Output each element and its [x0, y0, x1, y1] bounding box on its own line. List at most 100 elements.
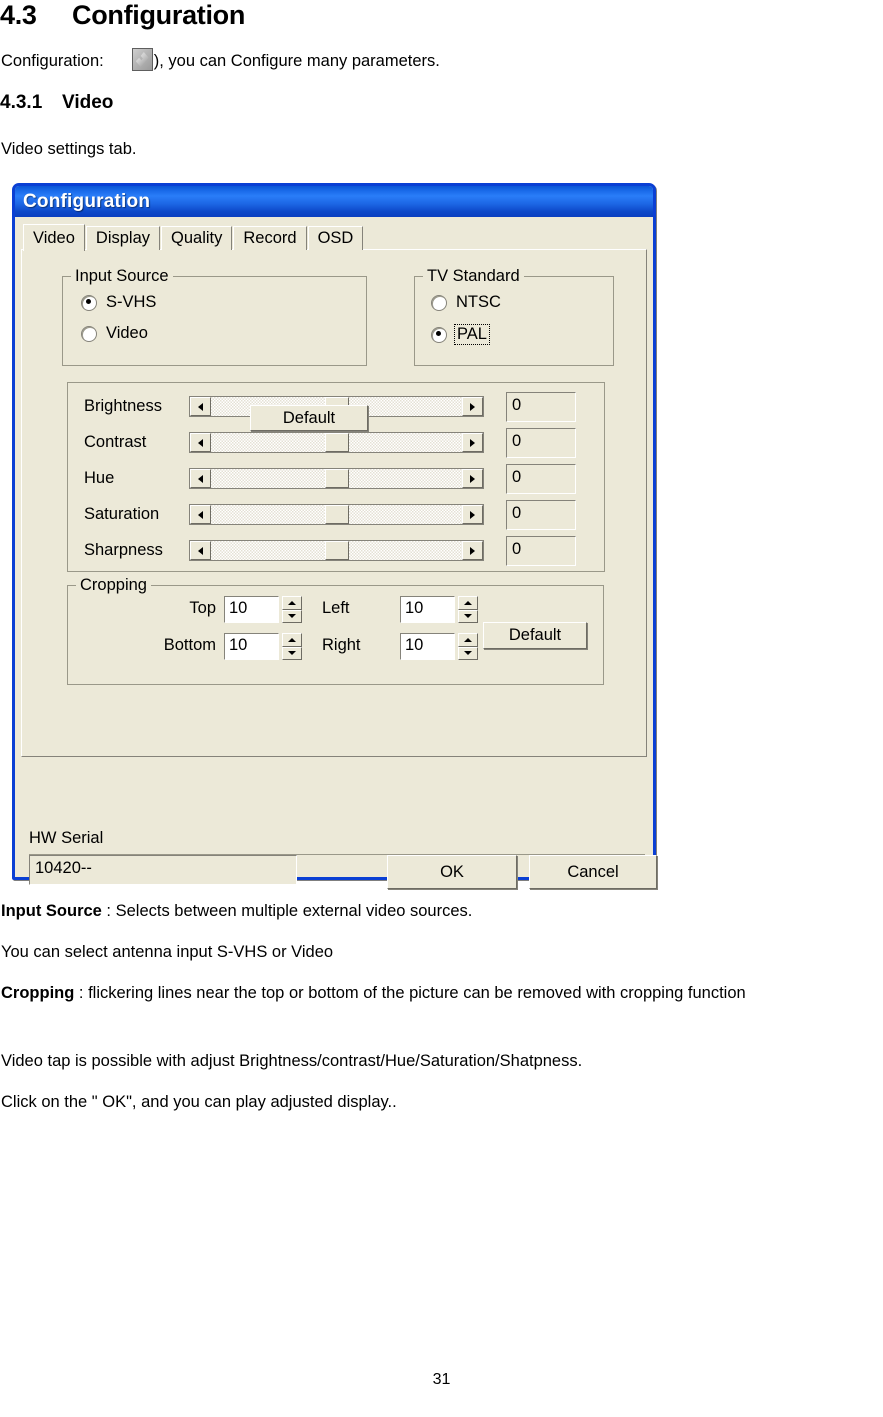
- slider-brightness-right-arrow-icon[interactable]: [462, 397, 483, 416]
- slider-brightness-left-arrow-icon[interactable]: [190, 397, 211, 416]
- cropping-default-button[interactable]: Default: [483, 622, 587, 649]
- radio-video[interactable]: Video: [81, 324, 148, 343]
- radio-pal-indicator: [431, 326, 447, 343]
- slider-contrast-label: Contrast: [84, 433, 147, 451]
- slider-row-contrast: Contrast 0: [84, 427, 594, 458]
- video-settings-caption: Video settings tab.: [1, 140, 137, 158]
- slider-contrast-thumb[interactable]: [324, 433, 349, 452]
- slider-saturation[interactable]: [189, 504, 484, 525]
- slider-row-hue: Hue 0: [84, 463, 594, 494]
- tv-standard-group: TV Standard NTSC PAL: [414, 266, 614, 366]
- slider-contrast-left-arrow-icon[interactable]: [190, 433, 211, 452]
- radio-pal[interactable]: PAL: [431, 324, 490, 345]
- value-hue[interactable]: 0: [506, 463, 576, 494]
- tab-display-label: Display: [95, 229, 151, 247]
- crop-bottom-input[interactable]: 10: [224, 633, 279, 660]
- slider-sharpness-label: Sharpness: [84, 541, 163, 559]
- crop-right-input[interactable]: 10: [400, 633, 455, 660]
- crop-right-spinner[interactable]: [458, 633, 478, 660]
- slider-hue-label: Hue: [84, 469, 115, 487]
- crop-right-up-arrow-icon[interactable]: [458, 633, 478, 647]
- crop-top-spinner[interactable]: [282, 596, 302, 623]
- crop-top-control: 10: [224, 596, 302, 623]
- radio-svhs-label: S-VHS: [106, 293, 157, 311]
- dialog-titlebar[interactable]: Configuration: [15, 186, 653, 217]
- crop-top-input[interactable]: 10: [224, 596, 279, 623]
- video-tab-panel: Input Source S-VHS Video TV Standard NTS…: [21, 249, 647, 757]
- tab-osd-label: OSD: [317, 229, 354, 247]
- note-input-source-term: Input Source: [1, 902, 102, 920]
- dialog-title: Configuration: [23, 190, 151, 212]
- crop-bottom-label-wrap: Bottom: [86, 636, 216, 655]
- slider-sharpness-right-arrow-icon[interactable]: [462, 541, 483, 560]
- slider-hue[interactable]: [189, 468, 484, 489]
- hw-serial-input[interactable]: 10420--: [29, 855, 297, 885]
- slider-sharpness-track[interactable]: [211, 541, 462, 560]
- dialog-body: Video Display Quality Record OSD Input S…: [15, 217, 657, 889]
- configuration-dialog: Configuration Video Display Quality Reco…: [12, 183, 657, 889]
- crop-bottom-up-arrow-icon[interactable]: [282, 633, 302, 647]
- slider-saturation-left-arrow-icon[interactable]: [190, 505, 211, 524]
- adjust-default-button[interactable]: Default: [250, 405, 368, 431]
- slider-hue-thumb[interactable]: [324, 469, 349, 488]
- crop-left-down-arrow-icon[interactable]: [458, 609, 478, 623]
- slider-saturation-thumb[interactable]: [324, 505, 349, 524]
- value-brightness[interactable]: 0: [506, 391, 576, 422]
- note-click-ok: Click on the " OK", and you can play adj…: [1, 1093, 397, 1111]
- document-page: 4.3 Configuration Configuration: ), you ca…: [0, 0, 883, 1417]
- crop-left-spinner[interactable]: [458, 596, 478, 623]
- value-contrast[interactable]: 0: [506, 427, 576, 458]
- crop-left-up-arrow-icon[interactable]: [458, 596, 478, 610]
- slider-sharpness-thumb[interactable]: [324, 541, 349, 560]
- page-number: 31: [432, 1371, 451, 1388]
- wrench-tool-icon: [131, 48, 153, 71]
- value-saturation[interactable]: 0: [506, 499, 576, 530]
- intro-prefix: Configuration:: [1, 52, 104, 70]
- cropping-legend: Cropping: [76, 575, 151, 595]
- crop-top-label: Top: [189, 599, 216, 617]
- subsection-title: Video: [62, 92, 114, 113]
- tab-osd[interactable]: OSD: [307, 226, 364, 250]
- slider-contrast[interactable]: [189, 432, 484, 453]
- hw-serial-label: HW Serial: [29, 829, 104, 847]
- slider-contrast-track[interactable]: [211, 433, 462, 452]
- crop-bottom-spinner[interactable]: [282, 633, 302, 660]
- slider-hue-right-arrow-icon[interactable]: [462, 469, 483, 488]
- input-source-legend: Input Source: [71, 266, 173, 286]
- crop-bottom-down-arrow-icon[interactable]: [282, 646, 302, 660]
- tab-record-label: Record: [243, 229, 297, 247]
- slider-saturation-track[interactable]: [211, 505, 462, 524]
- radio-ntsc[interactable]: NTSC: [431, 293, 501, 312]
- note-input-source: Input Source : Selects between multiple …: [1, 900, 881, 922]
- ok-button[interactable]: OK: [387, 855, 517, 889]
- crop-left-input[interactable]: 10: [400, 596, 455, 623]
- crop-right-down-arrow-icon[interactable]: [458, 646, 478, 660]
- cancel-button[interactable]: Cancel: [529, 855, 657, 889]
- slider-saturation-right-arrow-icon[interactable]: [462, 505, 483, 524]
- radio-svhs[interactable]: S-VHS: [81, 293, 156, 312]
- value-sharpness[interactable]: 0: [506, 535, 576, 566]
- tab-record[interactable]: Record: [233, 226, 307, 250]
- slider-contrast-right-arrow-icon[interactable]: [462, 433, 483, 452]
- tab-display[interactable]: Display: [85, 226, 161, 250]
- tab-quality[interactable]: Quality: [161, 226, 233, 250]
- crop-top-up-arrow-icon[interactable]: [282, 596, 302, 610]
- slider-hue-left-arrow-icon[interactable]: [190, 469, 211, 488]
- section-number: 4.3: [0, 0, 37, 30]
- input-source-group: Input Source S-VHS Video: [62, 266, 367, 366]
- intro-suffix: ), you can Configure many parameters.: [153, 52, 440, 70]
- slider-brightness-label: Brightness: [84, 397, 162, 415]
- crop-right-label-wrap: Right: [322, 636, 361, 655]
- section-title: Configuration: [72, 0, 246, 30]
- note-cropping: Cropping : flickering lines near the top…: [1, 982, 883, 1004]
- note-cropping-desc: : flickering lines near the top or botto…: [74, 984, 746, 1002]
- radio-video-indicator: [81, 325, 97, 342]
- radio-svhs-indicator: [81, 294, 97, 311]
- slider-sharpness[interactable]: [189, 540, 484, 561]
- slider-sharpness-left-arrow-icon[interactable]: [190, 541, 211, 560]
- slider-hue-track[interactable]: [211, 469, 462, 488]
- crop-top-down-arrow-icon[interactable]: [282, 609, 302, 623]
- crop-top-label-wrap: Top: [96, 599, 216, 618]
- tab-video[interactable]: Video: [23, 224, 85, 251]
- slider-row-saturation: Saturation 0: [84, 499, 594, 530]
